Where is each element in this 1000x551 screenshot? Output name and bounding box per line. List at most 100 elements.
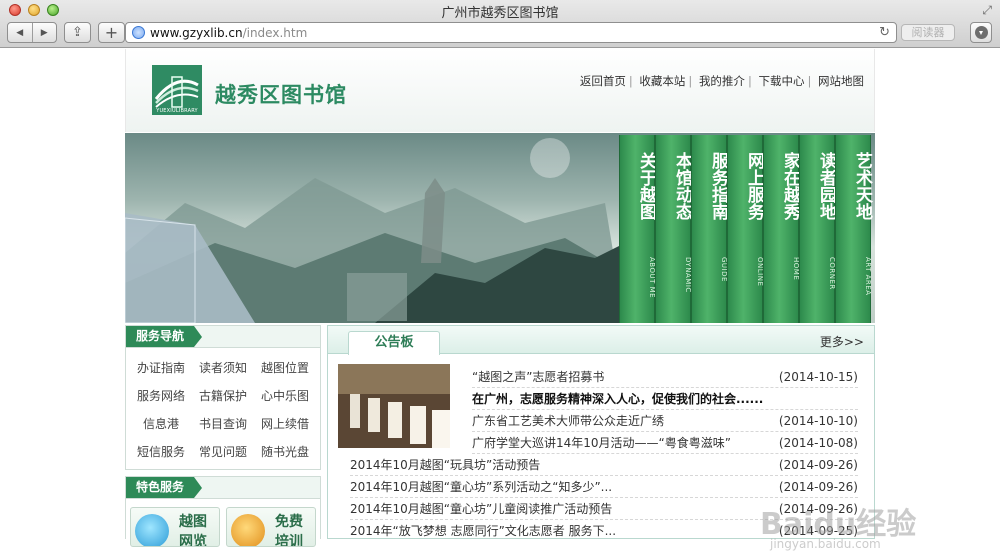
notice-header: 公告板 更多>> xyxy=(328,326,874,355)
notice-date: (2014-10-15) xyxy=(778,370,858,384)
service-link[interactable]: 书目查询 xyxy=(192,410,254,438)
service-link[interactable]: 读者须知 xyxy=(192,354,254,382)
banner-menu-label: 艺术天地 xyxy=(852,152,872,220)
notice-title: 广府学堂大巡讲14年10月活动——“粤食粤滋味” xyxy=(472,436,731,450)
back-button[interactable]: ◀ xyxy=(8,23,33,42)
download-icon xyxy=(975,26,988,39)
service-link[interactable]: 随书光盘 xyxy=(254,438,316,466)
featured-services-header: 特色服务 xyxy=(126,477,320,499)
site-header: YUEXIULIBRARY 越秀区图书馆 返回首页 | 收藏本站 | 我的推介 | 下… xyxy=(125,49,875,132)
banner-menu-label: 家在越秀 xyxy=(780,152,800,220)
banner-menu-corner[interactable]: 读者园地 CORNER xyxy=(799,135,836,323)
banner-menu-label: 服务指南 xyxy=(708,152,728,220)
service-nav-header: 服务导航 xyxy=(126,326,320,348)
banner-menu-sublabel: GUIDE xyxy=(720,257,728,282)
web-page: YUEXIULIBRARY 越秀区图书馆 返回首页 | 收藏本站 | 我的推介 | 下… xyxy=(0,49,1000,551)
notice-title: 2014年10月越图“童心坊”系列活动之“知多少”... xyxy=(350,480,613,494)
banner-menu-art[interactable]: 艺术天地 ART AREA xyxy=(835,135,872,323)
notice-date: (2014-10-10) xyxy=(778,414,858,428)
service-link[interactable]: 越图位置 xyxy=(254,354,316,382)
banner-menu-sublabel: CORNER xyxy=(828,257,836,290)
notice-summary[interactable]: 在广州，志愿服务精神深入人心，促使我们的社会...... xyxy=(472,388,858,410)
link-separator: | xyxy=(747,74,752,88)
notice-title: 广东省工艺美术大师带公众走近广绣 xyxy=(472,414,665,428)
reload-icon[interactable]: ↻ xyxy=(879,25,890,40)
feature-label: 越图网览 xyxy=(179,514,207,547)
banner-menu-label: 关于越图 xyxy=(636,152,656,220)
service-link[interactable]: 短信服务 xyxy=(130,438,192,466)
service-link[interactable]: 服务网络 xyxy=(130,382,192,410)
notice-item[interactable]: 广府学堂大巡讲14年10月活动——“粤食粤滋味” (2014-10-08) xyxy=(472,432,858,454)
notice-title: 2014年10月越图“玩具坊”活动预告 xyxy=(350,458,541,472)
notice-date: (2014-09-26) xyxy=(778,480,858,494)
plus-icon: + xyxy=(104,23,119,42)
training-icon xyxy=(231,514,265,546)
link-home[interactable]: 返回首页 xyxy=(580,74,626,88)
banner-menu-sublabel: ONLINE xyxy=(756,257,764,287)
banner-menu-label: 读者园地 xyxy=(816,152,836,220)
site-name[interactable]: 越秀区图书馆 xyxy=(215,79,347,109)
reader-button[interactable]: 阅读器 xyxy=(901,24,955,41)
downloads-button[interactable] xyxy=(970,22,992,43)
service-nav-panel: 服务导航 办证指南 读者须知 越图位置 服务网络 古籍保护 心中乐图 信息港 书… xyxy=(125,325,321,470)
more-link[interactable]: 更多>> xyxy=(820,333,864,350)
banner-menu-online[interactable]: 网上服务 ONLINE xyxy=(727,135,764,323)
feature-label: 免费培训 xyxy=(275,514,303,547)
feature-online-tour[interactable]: 越图网览 xyxy=(130,507,220,547)
service-link[interactable]: 信息港 xyxy=(130,410,192,438)
notice-item[interactable]: 广东省工艺美术大师带公众走近广绣 (2014-10-10) xyxy=(472,410,858,432)
add-bookmark-button[interactable]: + xyxy=(98,22,125,43)
service-link[interactable]: 网上续借 xyxy=(254,410,316,438)
banner-menu-sublabel: HOME xyxy=(792,257,800,281)
banner-menu-sublabel: ABOUT ME xyxy=(648,257,656,299)
share-button[interactable]: ⇪ xyxy=(64,22,91,43)
service-link[interactable]: 心中乐图 xyxy=(254,382,316,410)
featured-services-panel: 特色服务 越图网览 免费培训 xyxy=(125,476,321,547)
notice-item[interactable]: 2014年10月越图“童心坊”儿童阅读推广活动预告 (2014-09-26) xyxy=(350,498,858,520)
banner-menu-label: 网上服务 xyxy=(744,152,764,220)
notice-item[interactable]: 2014年10月越图“玩具坊”活动预告 (2014-09-26) xyxy=(350,454,858,476)
service-link[interactable]: 常见问题 xyxy=(192,438,254,466)
featured-services-row: 越图网览 免费培训 xyxy=(126,499,320,547)
fullscreen-icon[interactable]: ⤢ xyxy=(982,3,992,18)
tab-notice-board[interactable]: 公告板 xyxy=(348,331,440,355)
link-sitemap[interactable]: 网站地图 xyxy=(818,74,864,88)
banner-menu-guide[interactable]: 服务指南 GUIDE xyxy=(691,135,728,323)
notice-item[interactable]: “越图之声”志愿者招募书 (2014-10-15) xyxy=(472,366,858,388)
banner-menu-dynamic[interactable]: 本馆动态 DYNAMIC xyxy=(655,135,692,323)
banner-menu-sublabel: ART AREA xyxy=(864,257,872,296)
url-host: www.gzyxlib.cn xyxy=(150,26,243,40)
service-link[interactable]: 古籍保护 xyxy=(192,382,254,410)
banner-menu-home[interactable]: 家在越秀 HOME xyxy=(763,135,800,323)
banner-menu-label: 本馆动态 xyxy=(672,152,692,220)
link-bookmark[interactable]: 收藏本站 xyxy=(639,74,685,88)
computer-icon xyxy=(135,514,169,546)
link-separator: | xyxy=(688,74,693,88)
notice-title: 2014年10月越图“童心坊”儿童阅读推广活动预告 xyxy=(350,502,613,516)
service-nav-title: 服务导航 xyxy=(126,326,203,347)
browser-toolbar: 广州市越秀区图书馆 ⤢ ◀ ▶ ⇪ + www.gzyxlib.cn/index… xyxy=(0,0,1000,48)
banner-menu-sublabel: DYNAMIC xyxy=(684,257,692,293)
address-bar[interactable]: www.gzyxlib.cn/index.htm ↻ xyxy=(125,22,897,43)
url-text: www.gzyxlib.cn/index.htm xyxy=(150,26,307,40)
top-links: 返回首页 | 收藏本站 | 我的推介 | 下载中心 | 网站地图 xyxy=(580,73,864,89)
back-forward-buttons: ◀ ▶ xyxy=(7,22,57,43)
notice-title: “越图之声”志愿者招募书 xyxy=(472,370,605,384)
link-download[interactable]: 下载中心 xyxy=(758,74,804,88)
link-recommend[interactable]: 我的推介 xyxy=(699,74,745,88)
exhibition-photo[interactable] xyxy=(338,364,450,448)
feature-free-training[interactable]: 免费培训 xyxy=(226,507,316,547)
notice-title: 在广州，志愿服务精神深入人心，促使我们的社会...... xyxy=(472,392,764,406)
notice-board: 公告板 更多>> “越图之声”志愿者招募书 (2014-10-15) 在广州，志愿… xyxy=(327,325,875,539)
notice-date: (2014-09-26) xyxy=(778,502,858,516)
url-path: /index.htm xyxy=(242,26,308,40)
notice-date: (2014-10-08) xyxy=(778,436,858,450)
service-link[interactable]: 办证指南 xyxy=(130,354,192,382)
link-separator: | xyxy=(807,74,812,88)
globe-icon xyxy=(132,26,145,39)
share-icon: ⇪ xyxy=(72,25,83,40)
notice-item[interactable]: 2014年10月越图“童心坊”系列活动之“知多少”... (2014-09-26) xyxy=(350,476,858,498)
logo-caption: YUEXIULIBRARY xyxy=(156,108,198,114)
forward-button[interactable]: ▶ xyxy=(33,23,57,42)
banner-menu-about[interactable]: 关于越图 ABOUT ME xyxy=(619,135,656,323)
